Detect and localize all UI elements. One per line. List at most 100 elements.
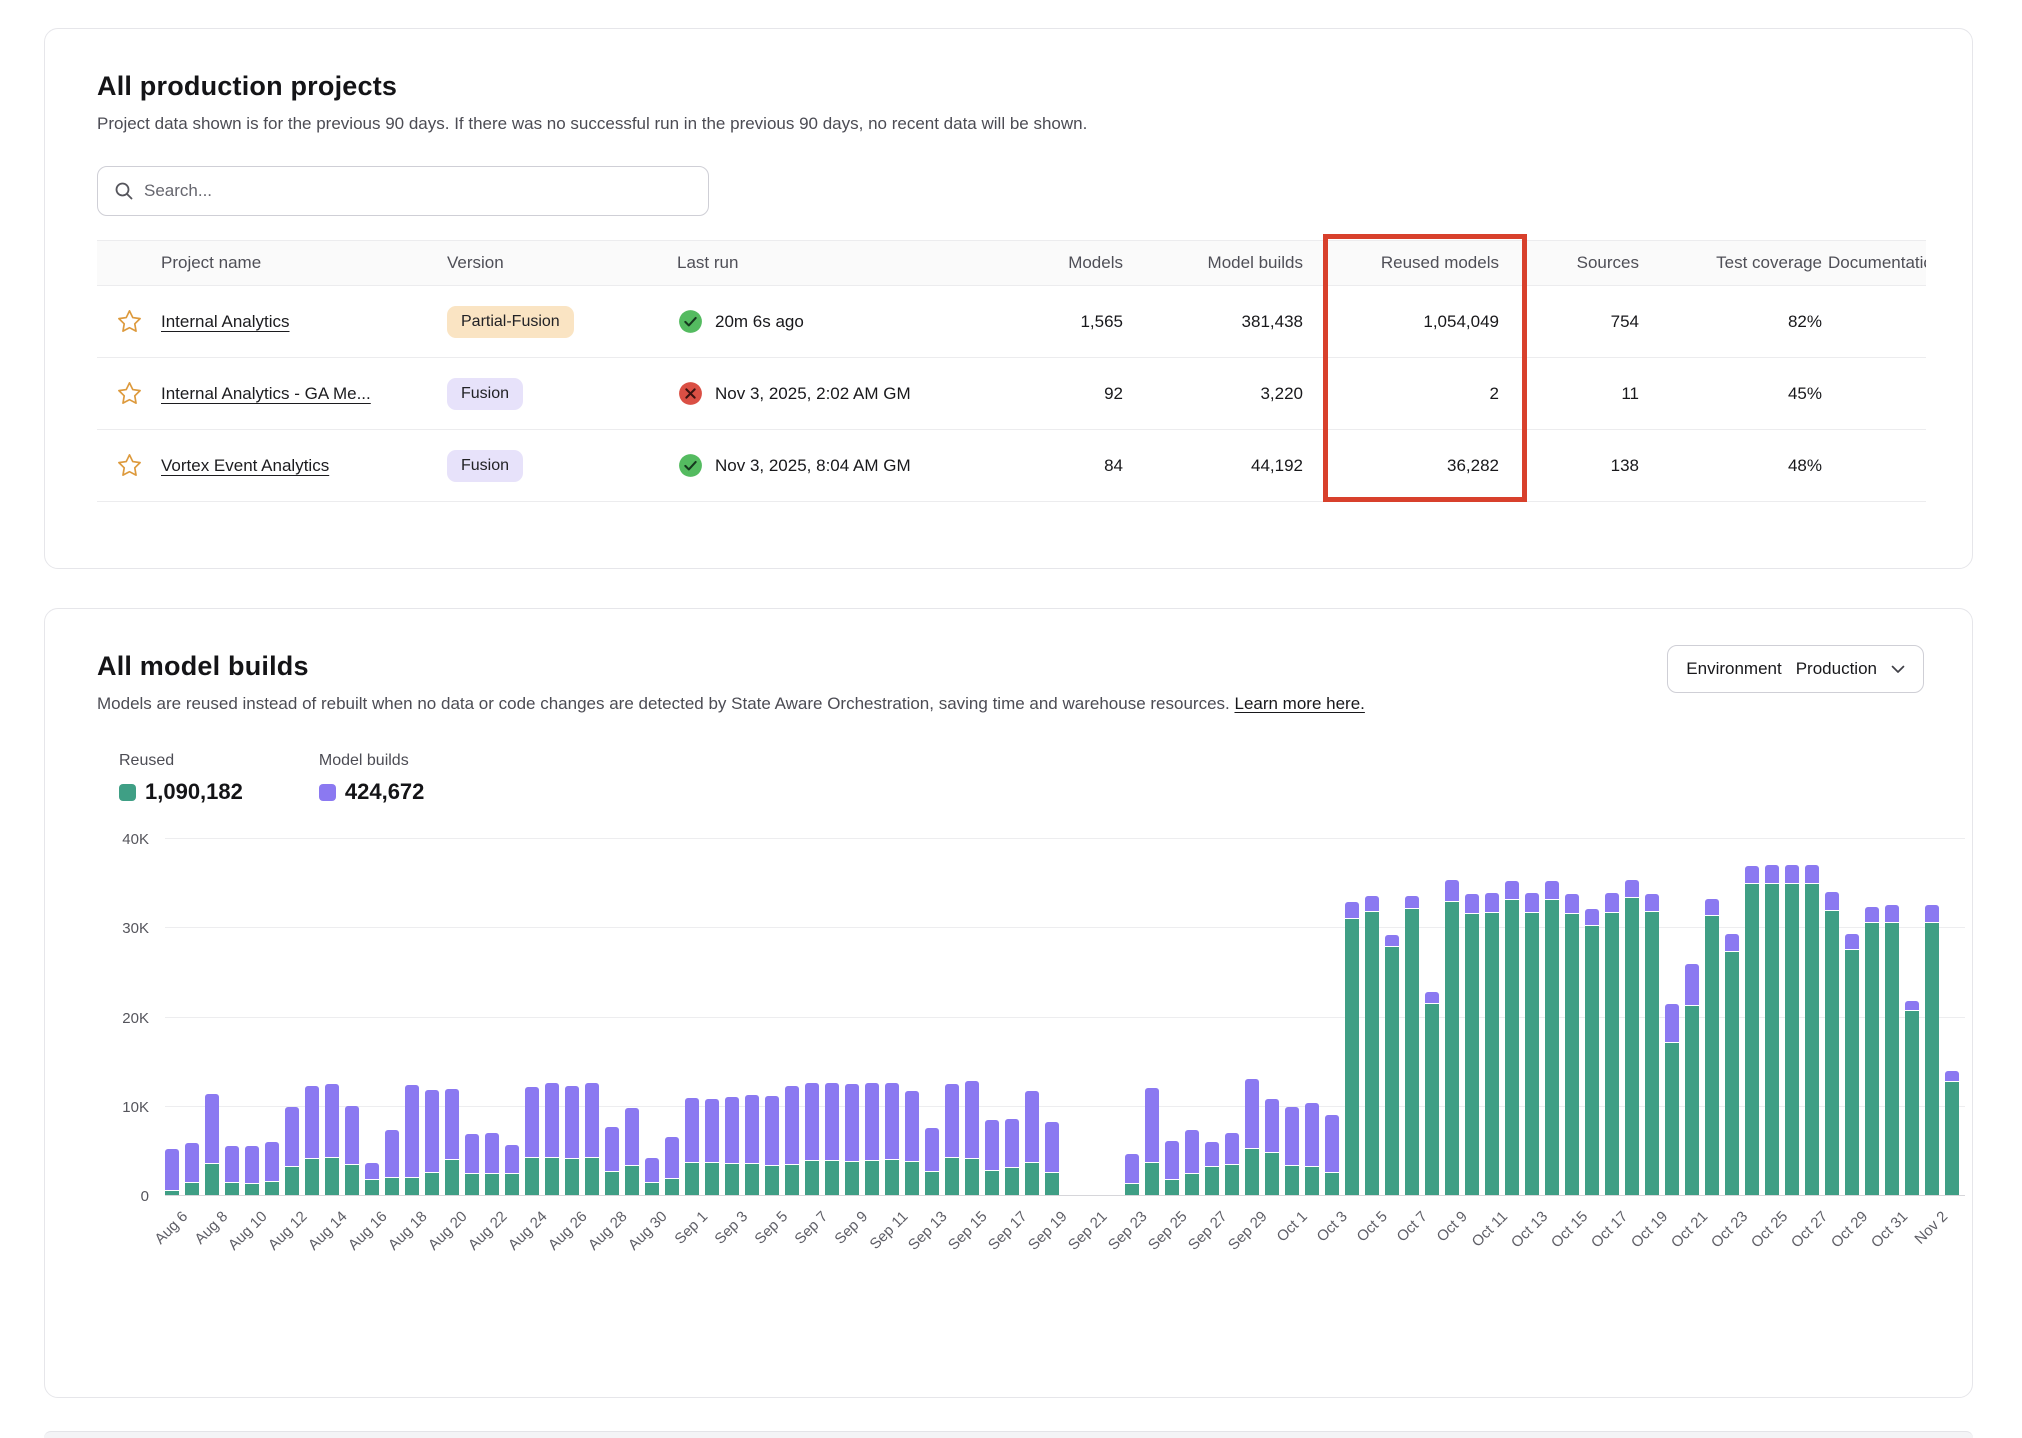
project-name-link[interactable]: Internal Analytics — [161, 312, 290, 331]
model-builds-segment — [1705, 899, 1719, 916]
environment-select[interactable]: Environment Production — [1667, 645, 1924, 693]
favorite-star-icon[interactable] — [116, 380, 143, 407]
reused-segment — [1725, 952, 1739, 1195]
reused-segment — [1405, 909, 1419, 1195]
model-builds-segment — [205, 1094, 219, 1164]
model-builds-segment — [1785, 865, 1799, 884]
model-builds-segment — [1285, 1107, 1299, 1166]
model-builds-segment — [605, 1127, 619, 1172]
reused-segment — [1825, 911, 1839, 1195]
model-builds-segment — [385, 1130, 399, 1178]
model-builds-segment — [845, 1084, 859, 1162]
stacked-bar — [1745, 866, 1759, 1195]
model-builds-segment — [1205, 1142, 1219, 1167]
stacked-bar — [1805, 865, 1819, 1195]
reused-segment — [465, 1174, 479, 1195]
model-builds-segment — [1665, 1004, 1679, 1043]
reused-segment — [1265, 1153, 1279, 1195]
x-axis-tick-label: Sep 3 — [711, 1208, 751, 1248]
stacked-bar — [1345, 902, 1359, 1195]
sources-value: 754 — [1523, 312, 1663, 332]
table-row[interactable]: Internal Analytics - GA Me... Fusion Nov… — [97, 358, 1926, 430]
x-axis-tick-label: Oct 13 — [1508, 1208, 1551, 1251]
reused-segment — [1205, 1167, 1219, 1195]
stacked-bar — [1705, 899, 1719, 1195]
stacked-bar — [1925, 905, 1939, 1195]
model-builds-segment — [1625, 880, 1639, 898]
stacked-bar — [425, 1090, 439, 1195]
x-axis-tick-label: Oct 21 — [1668, 1208, 1711, 1251]
reused-segment — [605, 1172, 619, 1195]
reused-segment — [1925, 923, 1939, 1195]
model-builds-segment — [425, 1090, 439, 1173]
stacked-bar — [1685, 964, 1699, 1195]
model-builds-segment — [1545, 881, 1559, 900]
model-builds-segment — [1165, 1141, 1179, 1180]
builds-description-text: Models are reused instead of rebuilt whe… — [97, 694, 1230, 713]
model-builds-segment — [665, 1137, 679, 1179]
reused-segment — [1485, 913, 1499, 1195]
stacked-bar — [725, 1097, 739, 1195]
stacked-bar — [1905, 1001, 1919, 1195]
version-badge: Fusion — [447, 450, 523, 482]
project-name-link[interactable]: Vortex Event Analytics — [161, 456, 329, 475]
x-axis-tick-label: Aug 18 — [385, 1208, 431, 1254]
reused-segment — [965, 1159, 979, 1195]
model-builds-segment — [885, 1083, 899, 1160]
search-box[interactable] — [97, 166, 709, 216]
reused-segment — [1945, 1082, 1959, 1195]
reused-segment — [1745, 884, 1759, 1195]
stacked-bar — [665, 1137, 679, 1195]
x-axis-tick-label: Aug 10 — [225, 1208, 271, 1254]
model-builds-segment — [1485, 893, 1499, 913]
favorite-star-icon[interactable] — [116, 308, 143, 335]
x-axis-tick-label: Sep 17 — [985, 1208, 1031, 1254]
reused-segment — [165, 1191, 179, 1195]
last-run-text: Nov 3, 2025, 8:04 AM GMT — [715, 456, 911, 476]
reused-segment — [505, 1174, 519, 1195]
stacked-bar — [885, 1083, 899, 1195]
projects-card: All production projects Project data sho… — [44, 28, 1973, 569]
stacked-bar — [685, 1098, 699, 1195]
search-input[interactable] — [144, 181, 692, 201]
stacked-bar — [1885, 905, 1899, 1195]
x-axis-tick-label: Sep 1 — [671, 1208, 711, 1248]
header-test-coverage: Test coverage — [1663, 253, 1828, 273]
header-project-name: Project name — [161, 253, 447, 273]
stacked-bar — [1605, 893, 1619, 1195]
x-axis-tick-label: Oct 19 — [1628, 1208, 1671, 1251]
reused-segment — [1585, 926, 1599, 1195]
x-axis-tick-label: Oct 29 — [1828, 1208, 1871, 1251]
model-builds-segment — [305, 1086, 319, 1159]
reused-segment — [765, 1166, 779, 1195]
model-builds-value: 381,438 — [1147, 312, 1327, 332]
model-builds-segment — [1605, 893, 1619, 913]
learn-more-link[interactable]: Learn more here. — [1234, 694, 1364, 713]
reused-segment — [1665, 1043, 1679, 1195]
header-model-builds: Model builds — [1147, 253, 1327, 273]
table-row[interactable]: Vortex Event Analytics Fusion Nov 3, 202… — [97, 430, 1926, 502]
model-builds-segment — [1225, 1133, 1239, 1165]
stacked-bar — [545, 1083, 559, 1195]
stacked-bar — [245, 1146, 259, 1195]
stacked-bar — [205, 1094, 219, 1195]
model-builds-segment — [965, 1081, 979, 1160]
project-name-link[interactable]: Internal Analytics - GA Me... — [161, 384, 371, 403]
reused-segment — [1885, 923, 1899, 1195]
reused-segment — [1325, 1173, 1339, 1195]
favorite-star-icon[interactable] — [116, 452, 143, 479]
reused-segment — [785, 1165, 799, 1195]
model-builds-segment — [1265, 1099, 1279, 1153]
model-builds-segment — [325, 1084, 339, 1158]
x-axis-tick-label: Oct 23 — [1708, 1208, 1751, 1251]
table-row[interactable]: Internal Analytics Partial-Fusion 20m 6s… — [97, 286, 1926, 358]
model-builds-segment — [1505, 881, 1519, 900]
x-axis-tick-label: Aug 12 — [265, 1208, 311, 1254]
model-builds-segment — [1325, 1115, 1339, 1173]
stacked-bar — [1225, 1133, 1239, 1195]
projects-card-title: All production projects — [97, 71, 1924, 102]
reused-segment — [1445, 902, 1459, 1195]
model-builds-segment — [765, 1096, 779, 1167]
model-builds-segment — [185, 1143, 199, 1183]
x-axis-tick-label: Sep 7 — [791, 1208, 831, 1248]
